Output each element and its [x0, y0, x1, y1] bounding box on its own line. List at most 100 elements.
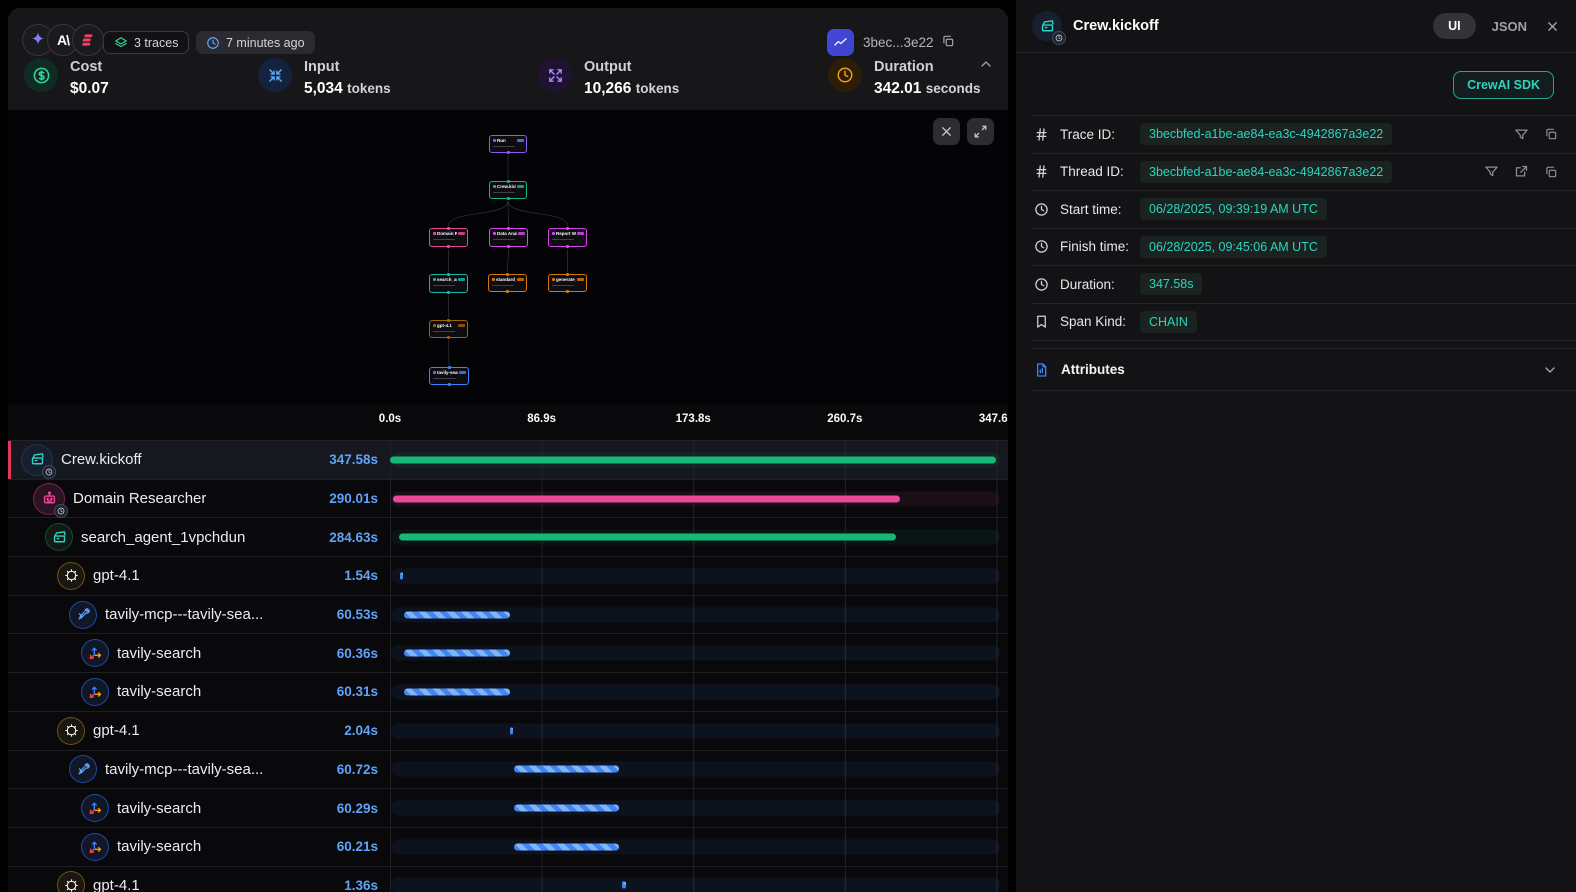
field-value[interactable]: 06/28/2025, 09:39:19 AM UTC	[1140, 198, 1327, 220]
span-row[interactable]: tavily-mcp---tavily-sea...60.72s	[8, 751, 1008, 790]
graph-node-report[interactable]: Report Writer	[548, 228, 587, 247]
span-bar[interactable]	[514, 766, 620, 773]
trace-overview-card: A\ 3 traces 7 minutes ago 3bec...3e22 Co…	[8, 8, 1008, 892]
span-duration: 1.54s	[344, 568, 378, 583]
clockline-icon	[1032, 202, 1050, 217]
external-icon[interactable]	[1514, 164, 1529, 179]
copy-icon[interactable]	[1544, 127, 1558, 141]
graph-node-gpt[interactable]: gpt-4.1	[429, 320, 468, 338]
span-row[interactable]: gpt-4.1 1.54s	[8, 557, 1008, 596]
graph-node-standard[interactable]: standard_Proces...	[488, 274, 527, 292]
tavily-icon	[82, 795, 108, 821]
span-timeline-cell	[390, 480, 1008, 518]
span-name: gpt-4.1	[93, 567, 140, 584]
span-bar[interactable]	[622, 882, 626, 889]
span-duration: 60.29s	[337, 801, 378, 816]
span-bar[interactable]	[404, 611, 510, 618]
span-row[interactable]: gpt-4.12.04s	[8, 712, 1008, 751]
span-row[interactable]: Crew.kickoff347.58s	[8, 441, 1008, 480]
span-name: tavily-search	[117, 838, 201, 855]
span-bar[interactable]	[390, 456, 996, 463]
panel-header: Crew.kickoff UI JSON	[1016, 0, 1576, 53]
graph-node-crew[interactable]: Crew.kickoff	[489, 181, 527, 199]
trace-id-short: 3bec...3e22	[863, 35, 934, 50]
attributes-section-header[interactable]: Attributes	[1032, 348, 1576, 391]
tab-json[interactable]: JSON	[1492, 19, 1527, 34]
span-name: gpt-4.1	[93, 722, 140, 739]
span-bar[interactable]	[404, 650, 509, 657]
field-value[interactable]: 347.58s	[1140, 273, 1202, 295]
span-duration: 60.21s	[337, 839, 378, 854]
filter-icon[interactable]	[1484, 164, 1499, 179]
span-row[interactable]: tavily-search60.31s	[8, 673, 1008, 712]
span-name: Domain Researcher	[73, 490, 206, 507]
span-row[interactable]: Domain Researcher290.01s	[8, 480, 1008, 519]
chevron-down-icon	[1542, 362, 1558, 378]
analytics-button[interactable]	[827, 29, 854, 56]
field-value[interactable]: 3becbfed-a1be-ae84-ea3c-4942867a3e22	[1140, 161, 1392, 183]
span-timeline-cell	[390, 751, 1008, 789]
span-bar[interactable]	[514, 843, 619, 850]
span-timeline-cell	[390, 789, 1008, 827]
span-row[interactable]: search_agent_1vpchdun284.63s	[8, 518, 1008, 557]
field-value[interactable]: CHAIN	[1140, 311, 1197, 333]
graph-node-data[interactable]: Data Analyst	[489, 228, 528, 247]
field-label: Finish time:	[1060, 239, 1140, 254]
graph-expand-button[interactable]	[967, 118, 994, 145]
span-name: gpt-4.1	[93, 877, 140, 892]
span-track	[391, 878, 1000, 892]
tab-ui[interactable]: UI	[1433, 13, 1476, 39]
span-bar[interactable]	[393, 495, 899, 502]
graph-node-domain[interactable]: Domain Research	[429, 228, 468, 247]
span-name: search_agent_1vpchdun	[81, 529, 245, 546]
span-row[interactable]: tavily-search60.36s	[8, 634, 1008, 673]
span-bar[interactable]	[404, 688, 509, 695]
trace-header: A\ 3 traces 7 minutes ago 3bec...3e22 Co…	[8, 8, 1008, 110]
panel-close-icon[interactable]	[1545, 19, 1560, 34]
span-name: tavily-mcp---tavily-sea...	[105, 761, 263, 778]
graph-node-tavily[interactable]: tavily-search	[429, 367, 469, 385]
span-timeline-cell	[390, 596, 1008, 634]
span-bar[interactable]	[400, 572, 404, 579]
tools-icon	[70, 756, 96, 782]
crewai-logo-icon	[72, 24, 104, 56]
robot-icon	[34, 484, 64, 514]
filter-icon[interactable]	[1514, 127, 1529, 142]
clock-icon	[206, 36, 220, 50]
execution-graph[interactable]: Run Crew.kickoff Domain Research Data An…	[8, 110, 1008, 404]
graph-node-run[interactable]: Run	[489, 135, 527, 153]
stat-input: Input 5,034 tokens	[258, 58, 391, 98]
clock-sub-badge-icon	[42, 465, 56, 479]
sdk-badge-row: CrewAI SDK	[1032, 53, 1576, 116]
stat-output: Output 10,266 tokens	[538, 58, 679, 98]
span-timeline-cell	[390, 441, 1008, 479]
graph-node-generate[interactable]: generate_&_rep...	[548, 274, 587, 292]
span-name: tavily-search	[117, 800, 201, 817]
span-duration: 60.31s	[337, 684, 378, 699]
graph-close-button[interactable]	[933, 118, 960, 145]
layers-icon	[114, 36, 128, 50]
detail-field-row: Start time:06/28/2025, 09:39:19 AM UTC	[1032, 191, 1576, 229]
span-track	[391, 839, 1000, 854]
tavily-icon	[82, 679, 108, 705]
span-timeline-cell	[390, 867, 1008, 892]
span-row[interactable]: tavily-mcp---tavily-sea...60.53s	[8, 596, 1008, 635]
dollar-icon	[24, 58, 58, 92]
copy-trace-id-icon[interactable]	[941, 34, 955, 48]
field-value[interactable]: 06/28/2025, 09:45:06 AM UTC	[1140, 236, 1327, 258]
span-bar[interactable]	[510, 727, 514, 734]
field-value[interactable]: 3becbfed-a1be-ae84-ea3c-4942867a3e22	[1140, 123, 1392, 145]
stat-duration: Duration 342.01 seconds	[828, 58, 981, 98]
graph-node-search[interactable]: search_agen...	[429, 274, 468, 293]
axis-tick-label: 173.8s	[676, 413, 711, 425]
span-timeline-cell	[390, 828, 1008, 866]
span-bar[interactable]	[399, 534, 896, 541]
span-bar[interactable]	[514, 805, 619, 812]
span-row[interactable]: tavily-search 60.21s	[8, 828, 1008, 867]
copy-icon[interactable]	[1544, 165, 1558, 179]
span-row[interactable]: gpt-4.11.36s	[8, 867, 1008, 892]
attributes-doc-icon	[1032, 362, 1050, 378]
traces-count-badge[interactable]: 3 traces	[103, 31, 189, 54]
panel-title: Crew.kickoff	[1073, 18, 1433, 34]
span-row[interactable]: tavily-search 60.29s	[8, 789, 1008, 828]
